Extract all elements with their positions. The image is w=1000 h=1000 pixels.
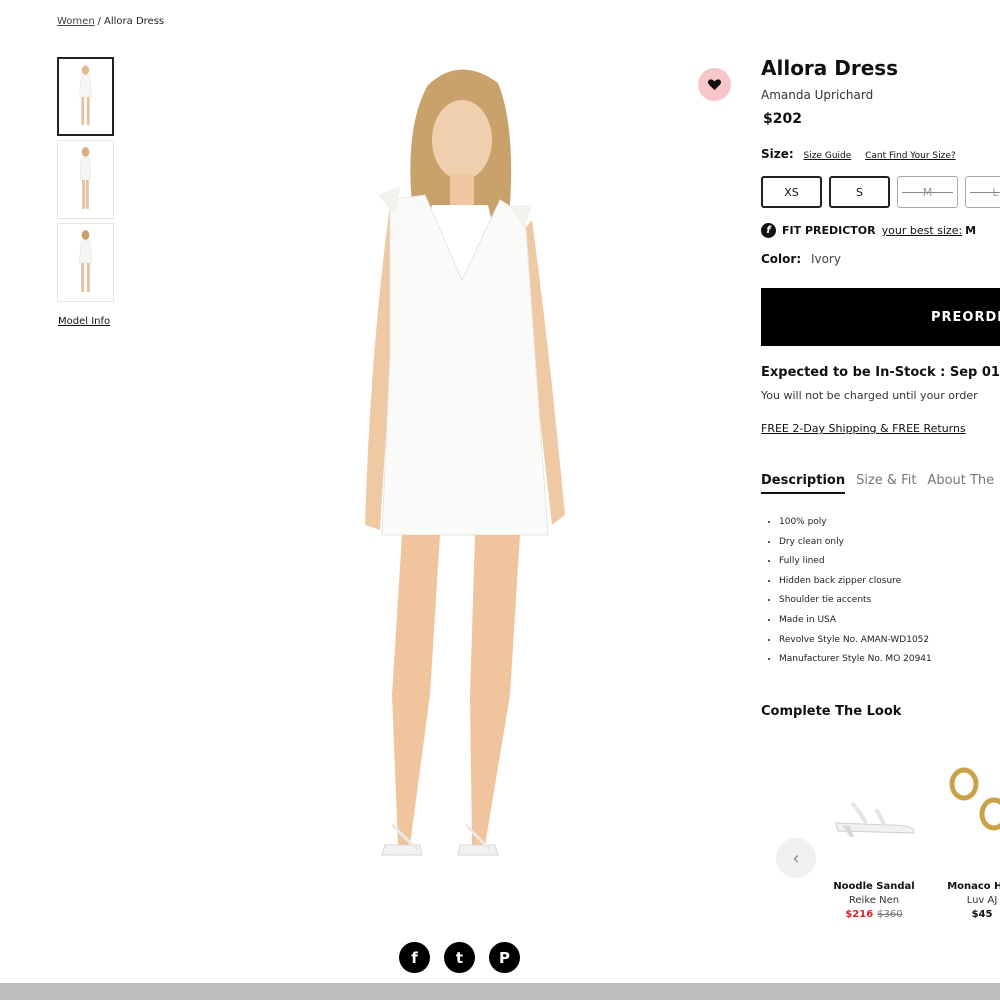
fit-predictor-icon: f bbox=[761, 223, 776, 238]
bottom-bar bbox=[0, 983, 1000, 1000]
regular-price: $45 bbox=[971, 909, 993, 920]
shipping-returns-link[interactable]: FREE 2-Day Shipping & FREE Returns bbox=[761, 422, 966, 435]
pinterest-share-icon[interactable]: P bbox=[489, 942, 520, 973]
monaco-hug-earrings-image[interactable] bbox=[948, 764, 1000, 836]
recommendation-price: $216 $360 bbox=[822, 909, 926, 920]
thumbnail-gallery bbox=[57, 57, 114, 306]
facebook-share-icon[interactable]: f bbox=[399, 942, 430, 973]
chevron-left-icon: ‹ bbox=[792, 847, 800, 869]
breadcrumb-separator: / bbox=[97, 16, 102, 27]
noodle-sandal-image[interactable] bbox=[832, 795, 916, 839]
recommendation-monaco-hug[interactable]: Monaco Hug Luv AJ $45 bbox=[930, 881, 1000, 920]
detail-tabs: Description Size & Fit About The bbox=[761, 473, 994, 494]
cant-find-size-link[interactable]: Cant Find Your Size? bbox=[865, 151, 956, 161]
model-info-link[interactable]: Model Info bbox=[58, 316, 110, 327]
charge-note: You will not be charged until your order bbox=[761, 389, 978, 402]
heart-icon bbox=[707, 79, 722, 91]
description-item: Manufacturer Style No. MO 20941 bbox=[779, 654, 932, 674]
carousel-prev-button[interactable]: ‹ bbox=[776, 838, 816, 878]
size-options: XS S M L bbox=[761, 176, 1000, 208]
tab-about[interactable]: About The bbox=[927, 473, 994, 494]
thumbnail-side-image bbox=[79, 147, 92, 209]
breadcrumb: Women / Allora Dress bbox=[57, 16, 164, 27]
recommendation-price: $45 bbox=[930, 909, 1000, 920]
social-share: f t P bbox=[399, 942, 520, 973]
recommendation-brand: Luv AJ bbox=[966, 895, 998, 906]
size-option-s[interactable]: S bbox=[829, 176, 890, 208]
size-option-l[interactable]: L bbox=[965, 176, 1000, 208]
tab-description[interactable]: Description bbox=[761, 473, 846, 494]
sale-price: $216 bbox=[845, 909, 874, 920]
product-price: $202 bbox=[763, 111, 802, 127]
thumbnail-front[interactable] bbox=[57, 57, 114, 136]
fit-predictor: f FIT PREDICTOR your best size: M bbox=[761, 223, 976, 238]
original-price: $360 bbox=[877, 909, 903, 920]
recommendation-name: Monaco Hug bbox=[947, 881, 1000, 892]
twitter-share-icon[interactable]: t bbox=[444, 942, 475, 973]
recommendation-name: Noodle Sandal bbox=[833, 881, 915, 892]
thumbnail-back-image bbox=[78, 230, 93, 292]
description-item: Hidden back zipper closure bbox=[779, 576, 932, 596]
breadcrumb-women-link[interactable]: Women bbox=[57, 16, 95, 27]
size-guide-link[interactable]: Size Guide bbox=[804, 151, 852, 161]
preorder-button[interactable]: PREORDER bbox=[761, 288, 1000, 346]
model-in-dress-illustration bbox=[365, 69, 565, 856]
description-item: 100% poly bbox=[779, 517, 932, 537]
fit-predictor-title: FIT PREDICTOR bbox=[782, 224, 876, 237]
description-item: Made in USA bbox=[779, 615, 932, 635]
expected-in-stock: Expected to be In-Stock : Sep 01 - bbox=[761, 365, 1000, 380]
thumbnail-back[interactable] bbox=[57, 223, 114, 302]
recommendation-brand: Reike Nen bbox=[848, 895, 900, 906]
color-row: Color: Ivory bbox=[761, 252, 841, 266]
thumbnail-front-image bbox=[79, 65, 92, 125]
description-list: 100% poly Dry clean only Fully lined Hid… bbox=[779, 517, 932, 674]
best-size-link[interactable]: your best size: bbox=[882, 224, 963, 237]
product-title: Allora Dress bbox=[761, 56, 899, 80]
size-option-xs[interactable]: XS bbox=[761, 176, 822, 208]
description-item: Revolve Style No. AMAN-WD1052 bbox=[779, 635, 932, 655]
thumbnail-side[interactable] bbox=[57, 140, 114, 219]
brand-link[interactable]: Amanda Uprichard bbox=[761, 88, 873, 102]
tab-size-fit[interactable]: Size & Fit bbox=[856, 473, 916, 494]
wishlist-button[interactable] bbox=[698, 68, 731, 101]
recommendation-noodle-sandal[interactable]: Noodle Sandal Reike Nen $216 $360 bbox=[822, 881, 926, 920]
size-label: Size: bbox=[761, 147, 794, 161]
description-item: Dry clean only bbox=[779, 537, 932, 557]
breadcrumb-current: Allora Dress bbox=[104, 16, 165, 27]
color-value: Ivory bbox=[810, 252, 841, 266]
size-header: Size: Size Guide Cant Find Your Size? bbox=[761, 147, 966, 161]
description-item: Fully lined bbox=[779, 556, 932, 576]
size-option-m[interactable]: M bbox=[897, 176, 958, 208]
description-item: Shoulder tie accents bbox=[779, 595, 932, 615]
main-product-image[interactable] bbox=[310, 55, 620, 925]
best-size-value: M bbox=[965, 224, 977, 237]
complete-the-look-title: Complete The Look bbox=[761, 704, 902, 719]
color-label: Color: bbox=[761, 252, 802, 266]
